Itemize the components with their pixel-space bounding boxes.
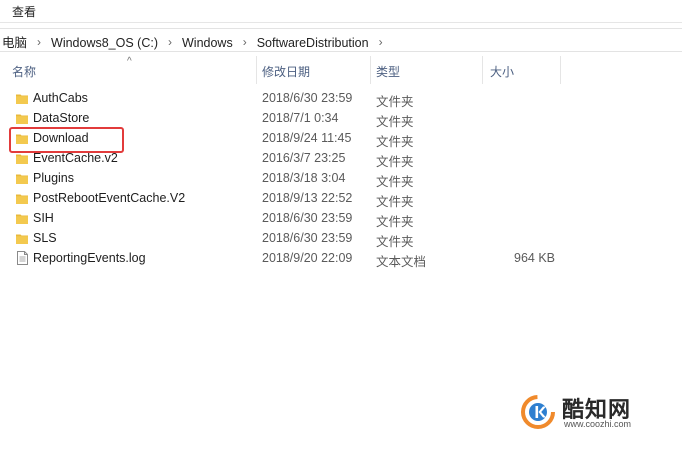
file-row-sih[interactable]: SIH 2018/6/30 23:59 文件夹 xyxy=(0,208,600,229)
column-header-date-modified[interactable]: 修改日期 xyxy=(262,63,310,80)
breadcrumb: 电脑 › Windows8_OS (C:) › Windows › SoftwareDist… xyxy=(0,32,391,51)
file-date: 2018/9/13 22:52 xyxy=(262,191,353,205)
file-name: DataStore xyxy=(33,111,90,125)
folder-icon xyxy=(16,213,28,224)
column-divider[interactable] xyxy=(560,56,561,84)
column-header-name[interactable]: 名称 xyxy=(12,63,36,80)
breadcrumb-computer[interactable]: 电脑 xyxy=(0,32,29,51)
address-bar[interactable]: 电脑 › Windows8_OS (C:) › Windows › SoftwareDist… xyxy=(0,28,682,52)
file-date: 2018/6/30 23:59 xyxy=(262,231,353,245)
file-name: ReportingEvents.log xyxy=(33,251,146,265)
folder-icon xyxy=(16,233,28,244)
file-row-sls[interactable]: SLS 2018/6/30 23:59 文件夹 xyxy=(0,228,600,249)
chevron-right-icon[interactable]: › xyxy=(379,35,383,49)
menu-view[interactable]: 查看 xyxy=(12,3,36,20)
folder-icon xyxy=(16,113,28,124)
file-date: 2018/3/18 3:04 xyxy=(262,171,346,185)
file-row-authcabs[interactable]: AuthCabs 2018/6/30 23:59 文件夹 xyxy=(0,88,600,109)
menu-bar: 查看 xyxy=(0,0,682,23)
folder-icon xyxy=(16,153,28,164)
breadcrumb-drive-c[interactable]: Windows8_OS (C:) xyxy=(49,36,160,50)
file-name: SLS xyxy=(33,231,57,245)
folder-icon xyxy=(16,193,28,204)
file-size: 964 KB xyxy=(514,251,556,265)
file-date: 2016/3/7 23:25 xyxy=(262,151,346,165)
breadcrumb-windows[interactable]: Windows xyxy=(180,36,235,50)
breadcrumb-softwaredistribution[interactable]: SoftwareDistribution xyxy=(255,36,371,50)
file-type: 文本文档 xyxy=(376,255,427,269)
folder-icon xyxy=(16,93,28,104)
file-name: SIH xyxy=(33,211,54,225)
sort-ascending-icon: ^ xyxy=(127,56,132,67)
folder-icon xyxy=(16,173,28,184)
column-header-type[interactable]: 类型 xyxy=(376,63,400,80)
coozhi-logo-icon xyxy=(520,394,556,430)
file-date: 2018/7/1 0:34 xyxy=(262,111,339,125)
chevron-right-icon[interactable]: › xyxy=(243,35,247,49)
file-row-reportingevents[interactable]: ReportingEvents.log 2018/9/20 22:09 文本文档… xyxy=(0,248,600,269)
file-row-datastore[interactable]: DataStore 2018/7/1 0:34 文件夹 xyxy=(0,108,600,129)
file-name: Plugins xyxy=(33,171,74,185)
column-divider[interactable] xyxy=(256,56,257,84)
file-name: PostRebootEventCache.V2 xyxy=(33,191,186,205)
file-date: 2018/9/24 11:45 xyxy=(262,131,352,145)
column-divider[interactable] xyxy=(370,56,371,84)
column-headers: ^ 名称 修改日期 类型 大小 xyxy=(0,56,682,84)
watermark: 酷知网 www.coozhi.com xyxy=(520,392,670,432)
highlight-box xyxy=(9,127,124,153)
watermark-url: www.coozhi.com xyxy=(564,419,632,429)
file-date: 2018/9/20 22:09 xyxy=(262,251,353,265)
text-file-icon xyxy=(17,251,28,265)
file-row-plugins[interactable]: Plugins 2018/3/18 3:04 文件夹 xyxy=(0,168,600,189)
column-header-size[interactable]: 大小 xyxy=(490,63,514,80)
chevron-right-icon[interactable]: › xyxy=(37,35,41,49)
file-name: AuthCabs xyxy=(33,91,88,105)
column-divider[interactable] xyxy=(482,56,483,84)
file-row-postrebooteventcache[interactable]: PostRebootEventCache.V2 2018/9/13 22:52 … xyxy=(0,188,600,209)
file-name: EventCache.v2 xyxy=(33,151,118,165)
chevron-right-icon[interactable]: › xyxy=(168,35,172,49)
file-date: 2018/6/30 23:59 xyxy=(262,91,353,105)
file-date: 2018/6/30 23:59 xyxy=(262,211,353,225)
